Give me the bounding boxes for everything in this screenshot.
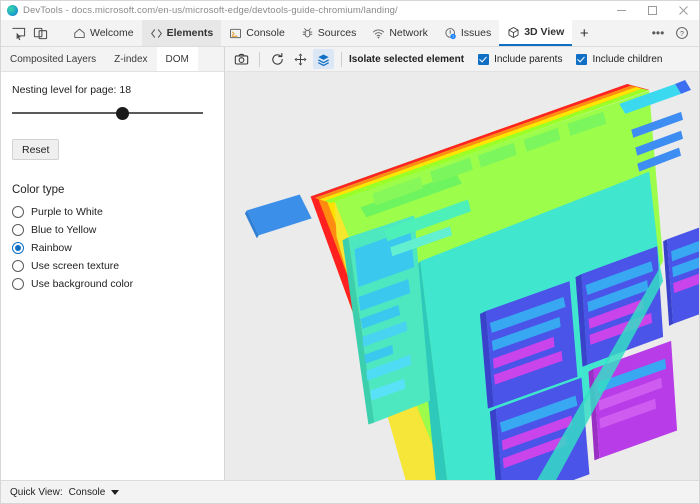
reset-button[interactable]: Reset [12, 139, 60, 160]
reset-view-icon[interactable] [267, 49, 288, 69]
home-icon [73, 27, 86, 40]
nesting-level-label: Nesting level for page: 18 [12, 84, 132, 96]
tab-console[interactable]: Console [221, 20, 293, 46]
tab-label: Console [246, 27, 285, 39]
radio-icon[interactable] [12, 259, 24, 272]
status-bar: Quick View: Console [1, 480, 699, 503]
radio-use-background-color[interactable]: Use background color [12, 275, 213, 292]
quick-view-label: Quick View: [10, 486, 63, 498]
quick-view-value[interactable]: Console [69, 487, 106, 498]
sub-tab-bar: Composited Layers Z-index DOM [1, 47, 224, 72]
tab-list: Welcome Elements Console Sources Network… [65, 20, 647, 46]
tab-label: 3D View [524, 26, 565, 38]
help-icon[interactable]: ? [671, 22, 693, 44]
tab-label: Welcome [90, 27, 134, 39]
radio-icon[interactable] [12, 277, 24, 290]
nesting-slider-control[interactable] [12, 105, 211, 121]
devtools-tools [1, 20, 65, 46]
window-controls [606, 1, 699, 20]
toolbar-divider [341, 51, 342, 67]
include-parents-checkbox[interactable]: Include parents [478, 53, 563, 65]
subtab-label: Composited Layers [10, 53, 97, 65]
subtab-z-index[interactable]: Z-index [105, 47, 156, 71]
title-bar: DevTools - docs.microsoft.com/en-us/micr… [1, 1, 699, 20]
3d-viewport[interactable] [225, 72, 699, 480]
tab-welcome[interactable]: Welcome [65, 20, 142, 46]
view-toolbar: Isolate selected element Include parents… [225, 47, 699, 72]
inspect-element-icon[interactable] [7, 23, 29, 44]
svg-text:1: 1 [452, 34, 454, 38]
tab-label: Network [389, 27, 428, 39]
nesting-level-slider[interactable] [12, 105, 213, 121]
radio-label: Use screen texture [31, 259, 120, 272]
left-panel: Composited Layers Z-index DOM Nesting le… [1, 47, 225, 480]
tab-label: Elements [166, 27, 214, 39]
right-panel: Isolate selected element Include parents… [225, 47, 699, 480]
3d-dom-layers-scene[interactable] [225, 72, 699, 480]
checkbox-icon[interactable] [576, 53, 588, 65]
radio-label: Blue to Yellow [31, 223, 97, 236]
cube-3d-icon [507, 26, 520, 39]
panel-content: Nesting level for page: 18 Reset Color t… [1, 72, 224, 480]
app-icon [7, 5, 18, 16]
tabstrip-actions: ••• ? [647, 20, 699, 46]
slider-track [12, 112, 203, 114]
sources-bug-icon [301, 27, 314, 40]
center-layer-icon[interactable] [313, 49, 334, 69]
checkbox-icon[interactable] [478, 53, 490, 65]
tab-network[interactable]: Network [364, 20, 436, 46]
radio-blue-to-yellow[interactable]: Blue to Yellow [12, 221, 213, 238]
radio-use-screen-texture[interactable]: Use screen texture [12, 257, 213, 274]
radio-icon-selected[interactable] [12, 241, 24, 254]
card-row1-col3 [663, 227, 699, 326]
tab-label: Sources [317, 27, 357, 39]
subtab-composited-layers[interactable]: Composited Layers [1, 47, 105, 71]
radio-rainbow[interactable]: Rainbow [12, 239, 213, 256]
svg-text:?: ? [680, 31, 684, 38]
window-title: DevTools - docs.microsoft.com/en-us/micr… [23, 5, 398, 16]
radio-label: Purple to White [31, 205, 103, 218]
maximize-button[interactable] [637, 1, 668, 20]
detached-layer [244, 194, 312, 239]
isolate-selected-element-label[interactable]: Isolate selected element [349, 54, 464, 65]
network-wifi-icon [372, 27, 385, 40]
radio-icon[interactable] [12, 205, 24, 218]
issues-icon: 1 [444, 27, 457, 40]
radio-label: Rainbow [31, 241, 72, 254]
tab-3d-view[interactable]: 3D View [499, 20, 573, 46]
tab-label: Issues [460, 27, 492, 39]
devtools-body: Composited Layers Z-index DOM Nesting le… [1, 47, 699, 480]
subtab-label: Z-index [114, 53, 148, 65]
pan-icon[interactable] [290, 49, 311, 69]
subtab-dom[interactable]: DOM [156, 47, 198, 71]
tab-issues[interactable]: 1 Issues [436, 20, 499, 46]
tab-strip: Welcome Elements Console Sources Network… [1, 20, 699, 47]
checkbox-label: Include parents [494, 53, 563, 65]
slider-thumb[interactable] [116, 107, 129, 120]
device-emulation-icon[interactable] [29, 23, 51, 44]
include-children-checkbox[interactable]: Include children [576, 53, 663, 65]
add-tab-button[interactable]: + [572, 20, 596, 46]
radio-label: Use background color [31, 277, 134, 290]
minimize-button[interactable] [606, 1, 637, 20]
tab-sources[interactable]: Sources [293, 20, 365, 46]
toolbar-divider [259, 51, 260, 67]
radio-icon[interactable] [12, 223, 24, 236]
subtab-label: DOM [165, 53, 189, 65]
devtools-window: DevTools - docs.microsoft.com/en-us/micr… [0, 0, 700, 504]
more-options-icon[interactable]: ••• [647, 22, 669, 44]
code-brackets-icon [150, 27, 163, 40]
tab-elements[interactable]: Elements [141, 20, 222, 46]
color-type-title: Color type [12, 184, 65, 196]
console-icon [229, 27, 242, 40]
checkbox-label: Include children [592, 53, 663, 65]
close-button[interactable] [668, 1, 699, 20]
capture-screenshot-icon[interactable] [231, 49, 252, 69]
chevron-down-icon[interactable] [111, 489, 120, 495]
radio-purple-to-white[interactable]: Purple to White [12, 203, 213, 220]
